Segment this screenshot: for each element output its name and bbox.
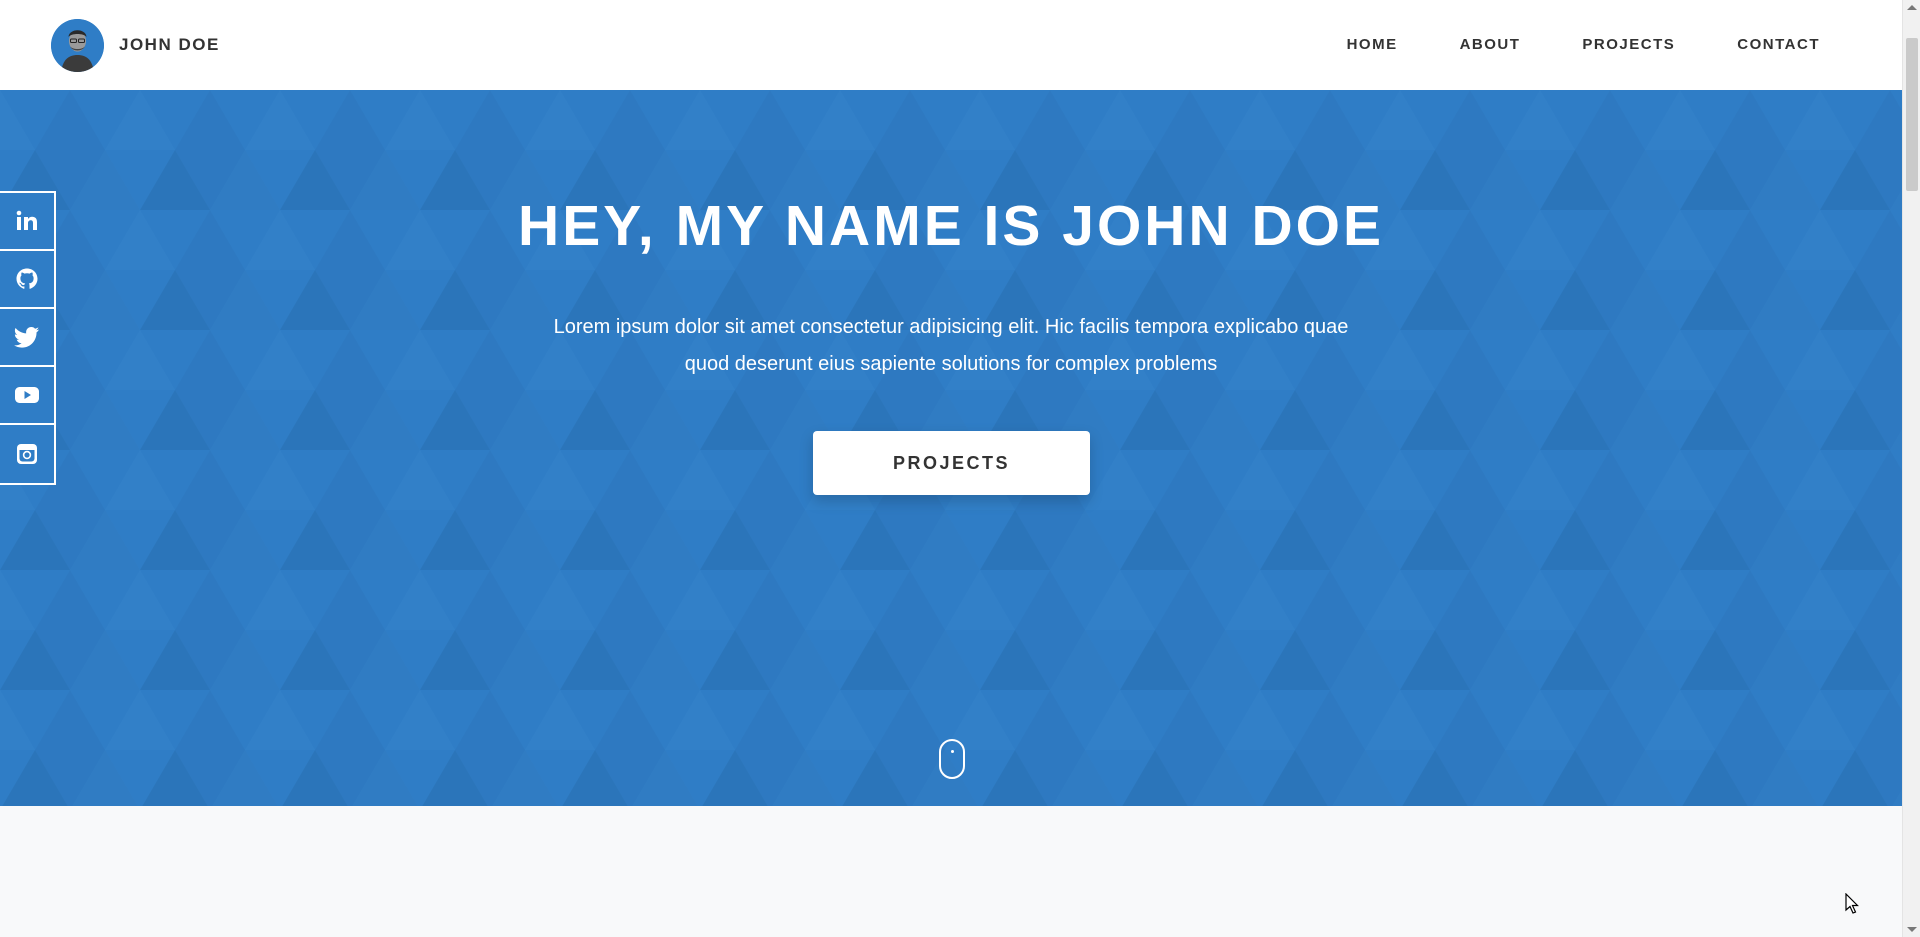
page-scrollbar[interactable] <box>1902 0 1920 937</box>
mouse-cursor-icon <box>1845 893 1859 914</box>
site-header: JOHN DOE HOME ABOUT PROJECTS CONTACT <box>0 0 1902 90</box>
avatar <box>51 18 104 72</box>
nav-item-home[interactable]: HOME <box>1347 36 1398 53</box>
about-section-top <box>0 806 1902 937</box>
twitter-icon <box>14 327 39 348</box>
linkedin-icon <box>16 210 37 230</box>
nav-item-about[interactable]: ABOUT <box>1460 36 1521 53</box>
youtube-icon <box>15 387 39 403</box>
social-link-instagram[interactable] <box>0 425 54 483</box>
main-nav: HOME ABOUT PROJECTS CONTACT <box>1347 36 1820 53</box>
scrollbar-thumb[interactable] <box>1906 38 1918 191</box>
scroll-up-icon[interactable] <box>1907 5 1917 10</box>
brand-link[interactable]: JOHN DOE <box>51 18 220 72</box>
social-sidebar <box>0 191 56 485</box>
brand-name: JOHN DOE <box>119 35 220 54</box>
social-link-linkedin[interactable] <box>0 193 54 251</box>
hero-section: HEY, MY NAME IS JOHN DOE Lorem ipsum dol… <box>0 90 1902 806</box>
social-link-github[interactable] <box>0 251 54 309</box>
hero-description: Lorem ipsum dolor sit amet consectetur a… <box>553 316 1349 375</box>
hero-title: HEY, MY NAME IS JOHN DOE <box>518 194 1384 258</box>
scroll-down-icon[interactable] <box>1907 927 1917 932</box>
social-link-youtube[interactable] <box>0 367 54 425</box>
nav-item-contact[interactable]: CONTACT <box>1737 36 1820 53</box>
social-link-twitter[interactable] <box>0 309 54 367</box>
instagram-icon <box>17 444 37 464</box>
scroll-mouse-icon[interactable] <box>939 739 965 779</box>
projects-button[interactable]: PROJECTS <box>813 431 1090 495</box>
nav-item-projects[interactable]: PROJECTS <box>1582 36 1675 53</box>
page: JOHN DOE HOME ABOUT PROJECTS CONTACT HEY… <box>0 0 1920 937</box>
avatar-portrait-icon <box>51 18 104 72</box>
github-icon <box>16 268 38 289</box>
